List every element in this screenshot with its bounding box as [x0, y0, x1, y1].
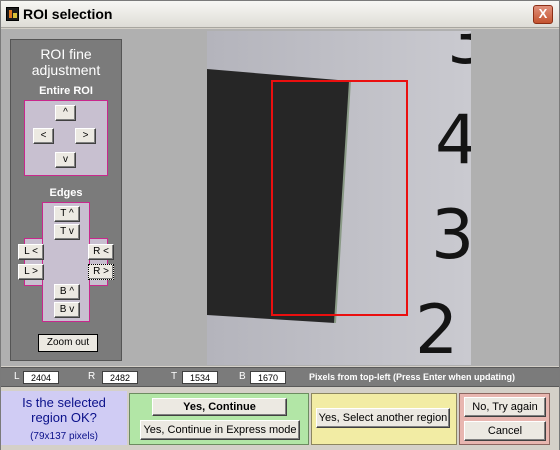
question-text: Is the selected region OK?	[1, 395, 127, 425]
move-left-button[interactable]: <	[33, 128, 54, 144]
main-area: ROI fine adjustment Entire ROI ^ < > v E…	[1, 29, 559, 366]
top-edge-up-button[interactable]: T ^	[54, 206, 80, 222]
right-coord-input[interactable]	[102, 371, 138, 384]
scale-digit-3: 3	[431, 196, 471, 275]
edges-box: T ^ T v L < L > R < R > B ^ B v	[18, 202, 114, 322]
continue-panel: Yes, Continue Yes, Continue in Express m…	[129, 393, 309, 445]
bottom-edge-down-button[interactable]: B v	[54, 302, 80, 318]
roi-selection-window: ROI selection X ROI fine adjustment Enti…	[0, 0, 560, 450]
matlab-app-icon	[6, 7, 19, 21]
no-try-again-button[interactable]: No, Try again	[464, 397, 546, 417]
panel-title-line1: ROI fine	[40, 46, 92, 62]
scale-digit-4: 4	[435, 101, 471, 180]
edges-label: Edges	[49, 187, 83, 199]
move-down-button[interactable]: v	[55, 152, 76, 168]
move-right-button[interactable]: >	[75, 128, 96, 144]
select-another-panel: Yes, Select another region	[311, 393, 457, 445]
entire-roi-label: Entire ROI	[39, 85, 93, 97]
zoom-out-button[interactable]: Zoom out	[38, 334, 98, 352]
roi-rectangle[interactable]	[271, 80, 408, 316]
top-coord-input[interactable]	[182, 371, 218, 384]
window-title: ROI selection	[23, 6, 113, 22]
bottom-edge-up-button[interactable]: B ^	[54, 284, 80, 300]
scale-digit-3-top: 3	[447, 31, 471, 80]
move-up-button[interactable]: ^	[55, 105, 76, 121]
left-coord-input[interactable]	[23, 371, 59, 384]
panel-title-line2: adjustment	[31, 62, 101, 78]
scale-digit-2: 2	[415, 291, 459, 365]
question-panel: Is the selected region OK? (79x137 pixel…	[1, 391, 127, 445]
yes-express-mode-button[interactable]: Yes, Continue in Express mode	[140, 420, 300, 440]
right-edge-right-button[interactable]: R >	[88, 264, 114, 280]
select-another-region-button[interactable]: Yes, Select another region	[316, 408, 450, 428]
question-line1: Is the selected	[22, 395, 106, 410]
coordinate-bar: L R T B Pixels from top-left (Press Ente…	[1, 367, 559, 387]
left-coord-label: L	[14, 371, 20, 382]
retry-cancel-panel: No, Try again Cancel	[459, 393, 550, 445]
question-line2: region OK?	[31, 410, 97, 425]
top-coord-label: T	[171, 371, 178, 382]
yes-continue-button[interactable]: Yes, Continue	[152, 398, 287, 416]
left-edge-left-button[interactable]: L <	[18, 244, 44, 260]
cancel-button[interactable]: Cancel	[464, 421, 546, 441]
confirmation-area: Is the selected region OK? (79x137 pixel…	[1, 388, 559, 450]
region-size-text: (79x137 pixels)	[30, 431, 98, 442]
close-button[interactable]: X	[533, 5, 553, 24]
bottom-coord-input[interactable]	[250, 371, 286, 384]
top-edge-down-button[interactable]: T v	[54, 224, 80, 240]
bottom-coord-label: B	[239, 371, 246, 382]
right-coord-label: R	[88, 371, 96, 382]
title-bar[interactable]: ROI selection X	[1, 1, 559, 28]
left-edge-right-button[interactable]: L >	[18, 264, 44, 280]
coordinate-help-text: Pixels from top-left (Press Enter when u…	[309, 372, 516, 382]
roi-image-view[interactable]: 3 4 3 2	[207, 31, 471, 365]
panel-title: ROI fine adjustment	[11, 46, 121, 78]
entire-roi-box: ^ < > v	[24, 100, 108, 176]
roi-fine-adjustment-panel: ROI fine adjustment Entire ROI ^ < > v E…	[10, 39, 122, 361]
right-edge-left-button[interactable]: R <	[88, 244, 114, 260]
